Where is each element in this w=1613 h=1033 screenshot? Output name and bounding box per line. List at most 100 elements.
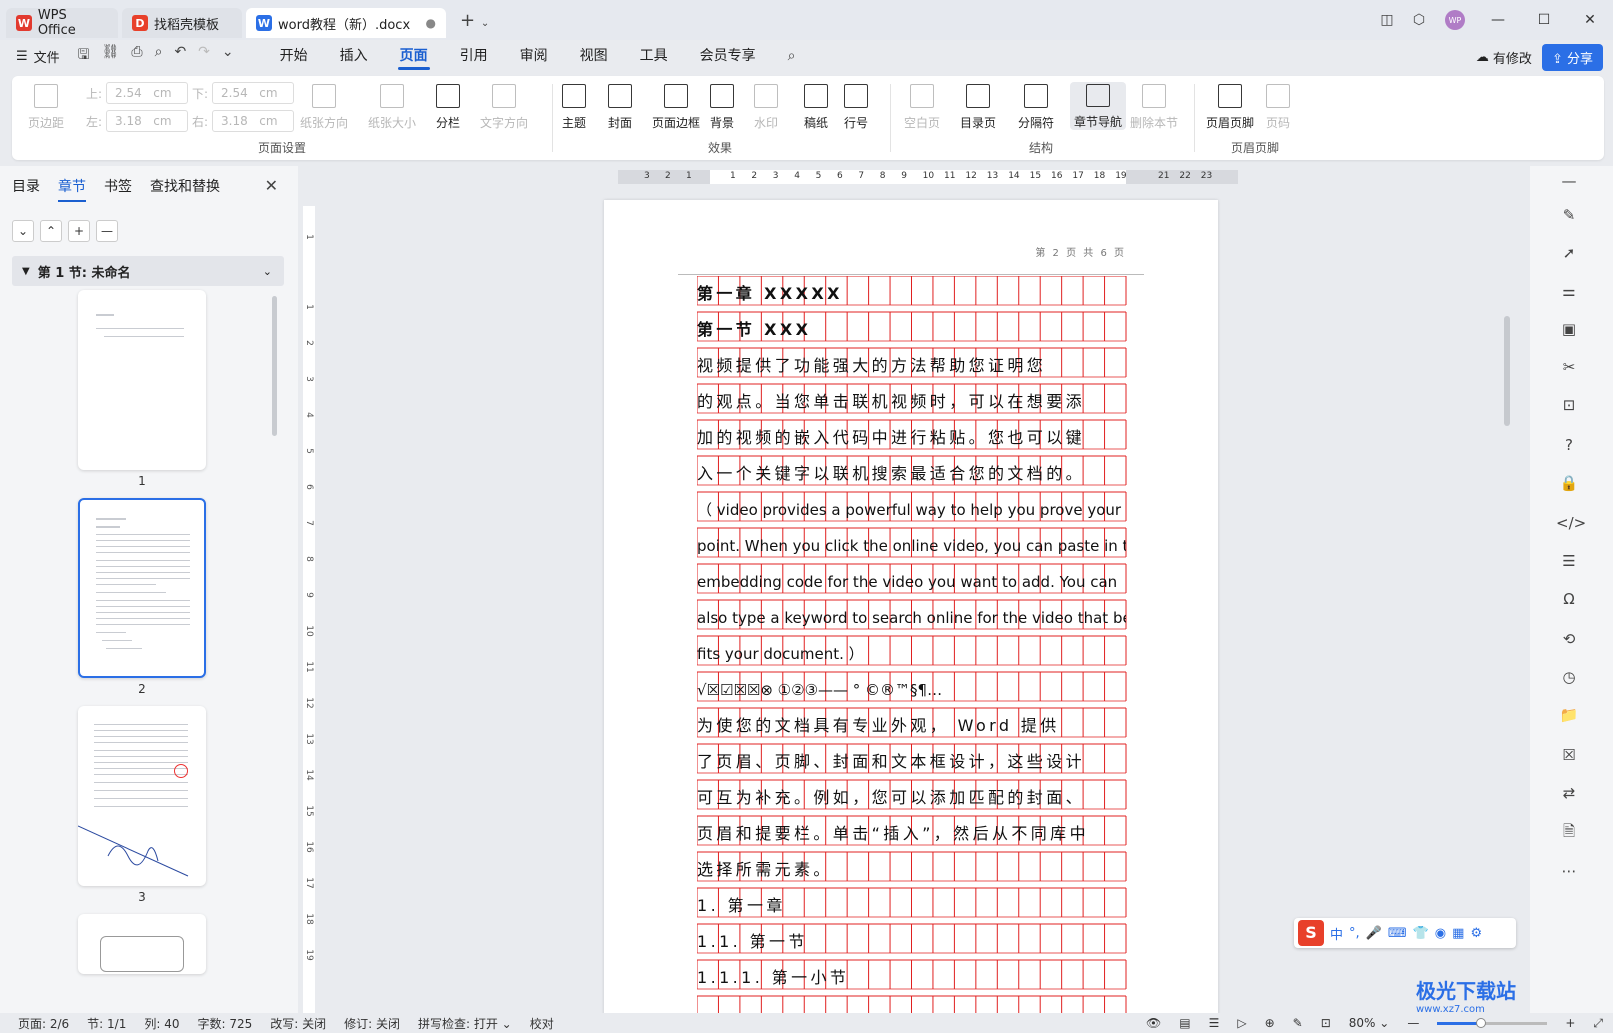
game-icon[interactable]: ◉	[1435, 926, 1446, 941]
document-line[interactable]: 的观点。当您单击联机视频时，可以在想要添	[697, 384, 1126, 420]
image-edit-icon[interactable]: ▣	[1556, 316, 1582, 342]
tools-icon[interactable]: ✂	[1556, 354, 1582, 380]
tab-member[interactable]: 会员专享	[684, 40, 772, 72]
page-thumbnail-4[interactable]	[78, 914, 206, 974]
cover-button[interactable]: 封面	[608, 84, 632, 131]
top-margin-spinner[interactable]: 上: 2.54 cm	[86, 82, 189, 104]
background-button[interactable]: 背景	[710, 84, 734, 131]
document-line[interactable]: 了页眉、页脚、封面和文本框设计，这些设计	[697, 744, 1126, 780]
left-margin-spinner[interactable]: 左: 3.18 cm	[86, 110, 189, 132]
scrollbar-thumb[interactable]	[1504, 316, 1510, 426]
page-thumbnail-1[interactable]	[78, 290, 206, 470]
columns-button[interactable]: 分栏	[436, 84, 460, 131]
list-icon[interactable]: ☰	[1556, 548, 1582, 574]
status-overtype[interactable]: 改写: 关闭	[270, 1015, 326, 1032]
document-line[interactable]: embedding code for the video you want to…	[697, 564, 1126, 600]
zoom-value[interactable]: 80% ⌄	[1349, 1016, 1390, 1030]
document-line[interactable]: （ video provides a powerful way to help …	[697, 492, 1126, 528]
tab-review[interactable]: 审阅	[504, 40, 564, 72]
section-header[interactable]: ▼ 第 1 节: 未命名 ⌄	[12, 256, 284, 286]
undo-icon[interactable]: ↶	[174, 44, 186, 68]
mic-icon[interactable]: 🎤	[1366, 926, 1382, 941]
share-button[interactable]: ⇪ 分享	[1541, 44, 1603, 71]
web-view-icon[interactable]: ⊕	[1265, 1016, 1275, 1030]
keyboard-icon[interactable]: ⌨	[1388, 926, 1407, 941]
document-line[interactable]: 选择所需元素。	[697, 852, 1126, 888]
right-margin-spinner[interactable]: 右: 3.18 cm	[192, 110, 295, 132]
document-line[interactable]: √☒☑☒☒⊗ ①②③—— ° ©®™§¶…	[697, 672, 1126, 708]
section-nav-button[interactable]: 章节导航	[1070, 82, 1127, 130]
more-icon[interactable]: ⋯	[1556, 858, 1582, 884]
nav-tab-find-replace[interactable]: 查找和替换	[150, 176, 220, 196]
document-line[interactable]: 可互为补充。例如，您可以添加匹配的封面、	[697, 780, 1126, 816]
tab-insert[interactable]: 插入	[324, 40, 384, 72]
manuscript-button[interactable]: 稿纸	[804, 84, 828, 131]
orientation-button[interactable]: 纸张方向	[300, 84, 348, 131]
fit-icon[interactable]: ⊡	[1321, 1016, 1331, 1030]
zoom-knob[interactable]	[1476, 1017, 1487, 1028]
separator-button[interactable]: 分隔符	[1018, 84, 1054, 131]
document-line[interactable]: 第一节 XXX	[697, 312, 1126, 348]
punctuation-icon[interactable]: °,	[1349, 926, 1360, 941]
print-icon[interactable]: ⎙	[131, 44, 142, 68]
tab-references[interactable]: 引用	[444, 40, 504, 72]
minimize-button[interactable]: —	[1475, 12, 1521, 28]
file-menu[interactable]: ☰ 文件	[16, 47, 60, 66]
zoom-out-icon[interactable]: —	[1407, 1016, 1419, 1030]
eye-icon[interactable]: 👁	[1146, 1016, 1161, 1030]
theme-button[interactable]: 主题	[562, 84, 586, 131]
nav-tab-bookmarks[interactable]: 书签	[104, 176, 132, 196]
page-view-icon[interactable]: ▤	[1179, 1016, 1190, 1030]
tab-page[interactable]: 页面	[384, 40, 444, 72]
delete-section-button[interactable]: 删除本节	[1130, 84, 1178, 131]
expand-icon[interactable]: ⤢	[1593, 1016, 1603, 1031]
tab-docer-templates[interactable]: D 找稻壳模板	[122, 8, 242, 38]
sliders-icon[interactable]: ⚌	[1556, 278, 1582, 304]
status-revision[interactable]: 修订: 关闭	[344, 1015, 400, 1032]
document-line[interactable]: 1. 第一章	[697, 888, 1126, 924]
close-button[interactable]: ✕	[1567, 12, 1613, 28]
pen-icon[interactable]: ✎	[1293, 1016, 1303, 1030]
history-icon[interactable]: ◷	[1556, 664, 1582, 690]
zoom-slider[interactable]	[1437, 1017, 1548, 1028]
toc-page-button[interactable]: 目录页	[960, 84, 996, 131]
print-preview-icon[interactable]: ⌕	[155, 44, 163, 68]
text-direction-button[interactable]: 文字方向	[480, 84, 528, 131]
document-line[interactable]: 加的视频的嵌入代码中进行粘贴。您也可以键	[697, 420, 1126, 456]
bottom-margin-spinner[interactable]: 下: 2.54 cm	[192, 82, 295, 104]
status-section[interactable]: 节: 1/1	[87, 1015, 126, 1032]
status-spellcheck[interactable]: 拼写检查: 打开 ⌄	[418, 1015, 512, 1032]
add-section-icon[interactable]: +	[68, 220, 90, 242]
page-border-button[interactable]: 页面边框	[652, 84, 700, 131]
zoom-in-icon[interactable]: +	[1565, 1016, 1575, 1030]
tab-document[interactable]: W word教程（新）.docx ●	[246, 8, 446, 38]
sync-icon[interactable]: ⟲	[1556, 626, 1582, 652]
status-page[interactable]: 页面: 2/6	[18, 1015, 69, 1032]
remove-section-icon[interactable]: —	[96, 220, 118, 242]
ime-mode[interactable]: 中	[1330, 924, 1343, 943]
chevron-down-icon[interactable]: ⌄	[263, 265, 272, 278]
doc-icon[interactable]: 🗎	[1556, 818, 1582, 844]
header-footer-button[interactable]: 页眉页脚	[1206, 84, 1254, 131]
document-line[interactable]: 入一个关键字以联机搜索最适合您的文档的。	[697, 456, 1126, 492]
document-body[interactable]: 第一章 XXXXX 第一节 XXX 视频提供了功能强大的方法帮助您证明您 的观点。当…	[697, 276, 1126, 1013]
document-line[interactable]: 1.1.1. 第一小节	[697, 960, 1126, 996]
page-thumbnail-2[interactable]	[78, 498, 206, 678]
link-icon[interactable]: ⛓	[102, 44, 120, 68]
nav-tab-sections[interactable]: 章节	[58, 176, 86, 202]
cursor-icon[interactable]: ➚	[1556, 240, 1582, 266]
line-numbers-button[interactable]: 行号	[844, 84, 868, 131]
play-icon[interactable]: ▷	[1237, 1016, 1246, 1030]
omega-icon[interactable]: Ω	[1556, 586, 1582, 612]
modified-indicator[interactable]: ☁ 有修改	[1476, 48, 1532, 67]
more-chevron-icon[interactable]: ⌄	[222, 44, 234, 68]
margins-button[interactable]: 页边距	[28, 84, 64, 131]
new-tab-button[interactable]: + ⌄	[460, 10, 489, 31]
chevron-down-icon[interactable]: ⌄	[12, 220, 34, 242]
convert-icon[interactable]: ⇄	[1556, 780, 1582, 806]
grid-icon[interactable]: ▦	[1452, 926, 1464, 941]
document-canvas[interactable]: 3 2 1 1 2 3 4 5 6 7 8 9 10 11 12 13 14 15 16 17 18 19 21 22 23 第…	[318, 166, 1530, 1013]
chevron-up-icon[interactable]: ⌃	[40, 220, 62, 242]
status-word-count[interactable]: 字数: 725	[197, 1015, 252, 1032]
document-line[interactable]: 第一章 XXXXX	[697, 276, 1126, 312]
